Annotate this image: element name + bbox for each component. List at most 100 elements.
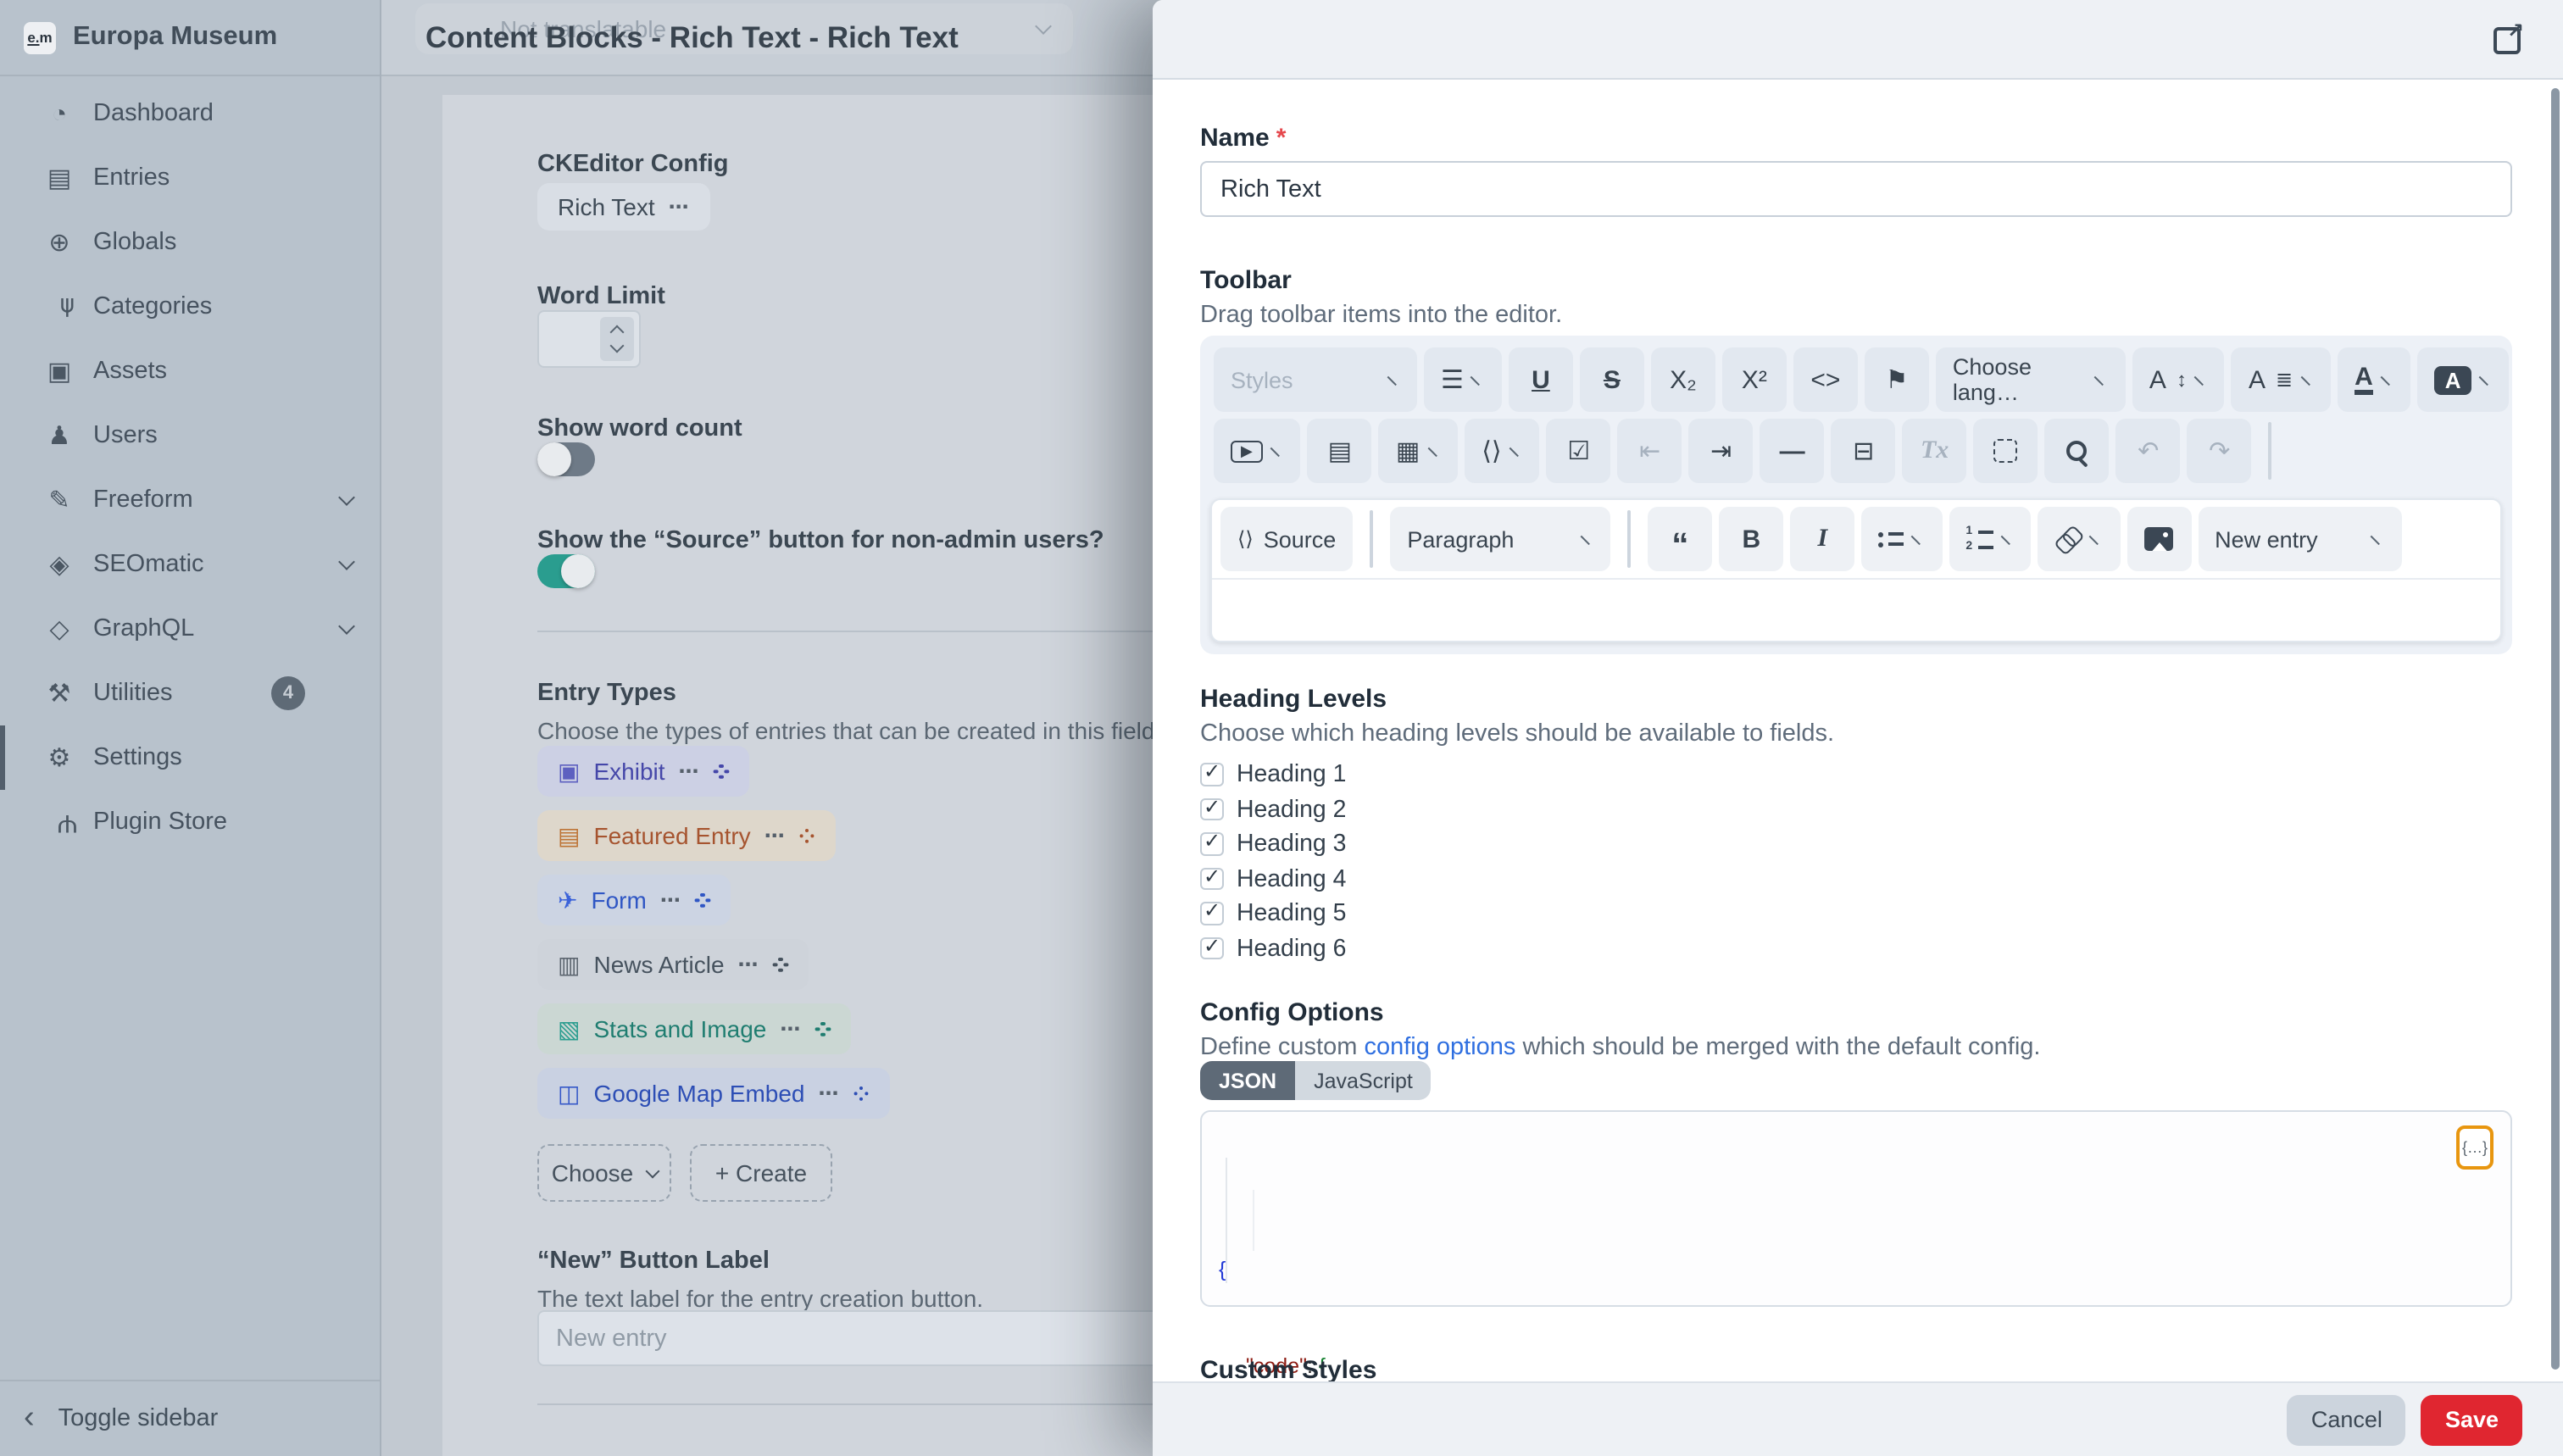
step-up-icon[interactable] (609, 325, 625, 340)
code-fold-icon[interactable]: {…} (2456, 1125, 2494, 1170)
config-options-link[interactable]: config options (1364, 1034, 1515, 1061)
font-size-dropdown[interactable]: A ↕ (2132, 347, 2225, 412)
number-stepper[interactable] (600, 317, 634, 361)
tab-json[interactable]: JSON (1200, 1061, 1296, 1100)
outdent-button[interactable]: ⇤ (1617, 419, 1682, 483)
ellipsis-menu-icon[interactable]: ⋯ (738, 953, 760, 976)
insert-image-button[interactable] (2127, 507, 2192, 571)
checkbox-checked-icon[interactable] (1200, 934, 1223, 960)
sidebar-item-freeform[interactable]: ✎ Freeform (0, 468, 380, 532)
word-limit-input[interactable] (537, 310, 641, 368)
move-handle-icon[interactable] (696, 892, 711, 908)
ellipsis-menu-icon[interactable]: ⋯ (764, 824, 787, 847)
create-entry-type-button[interactable]: + Create (690, 1144, 832, 1202)
background-color-dropdown[interactable]: A (2417, 347, 2510, 412)
checkbox-heading-1[interactable]: Heading 1 (1200, 758, 1346, 792)
flag-button[interactable]: ⚑ (1864, 347, 1929, 412)
sidebar-item-graphql[interactable]: ◇ GraphQL (0, 597, 380, 661)
ellipsis-menu-icon[interactable]: ⋯ (780, 1017, 802, 1041)
sidebar-item-settings[interactable]: ⚙ Settings (0, 725, 380, 790)
bold-button[interactable]: B (1719, 507, 1784, 571)
remove-format-button[interactable]: Tx (1902, 419, 1967, 483)
checkbox-heading-6[interactable]: Heading 6 (1200, 931, 1346, 965)
sidebar-item-globals[interactable]: ⊕ Globals (0, 210, 380, 275)
link-dropdown[interactable] (2038, 507, 2121, 571)
html-embed-button[interactable]: ▤ (1307, 419, 1372, 483)
entry-type-chip-stats-and-image[interactable]: ▧ Stats and Image ⋯ (537, 1003, 852, 1054)
font-family-dropdown[interactable]: A ≣ (2231, 347, 2332, 412)
indent-button[interactable]: ⇥ (1688, 419, 1754, 483)
sidebar-item-assets[interactable]: ▣ Assets (0, 339, 380, 403)
select-all-button[interactable] (1973, 419, 2038, 483)
show-word-count-toggle[interactable] (537, 442, 595, 476)
move-handle-icon[interactable] (774, 957, 789, 972)
ellipsis-menu-icon[interactable]: ⋯ (669, 195, 691, 219)
toggle-sidebar-button[interactable]: Toggle sidebar (58, 1405, 219, 1432)
checkbox-heading-4[interactable]: Heading 4 (1200, 862, 1346, 896)
ellipsis-menu-icon[interactable]: ⋯ (660, 888, 682, 912)
checkbox-checked-icon[interactable] (1200, 864, 1223, 891)
horizontal-rule-button[interactable]: — (1760, 419, 1825, 483)
entry-type-chip-google-map-embed[interactable]: ◫ Google Map Embed ⋯ (537, 1068, 890, 1119)
entry-type-chip-news-article[interactable]: ▥ News Article ⋯ (537, 939, 809, 990)
insert-table-dropdown[interactable]: ▦ (1378, 419, 1459, 483)
entry-type-chip-featured-entry[interactable]: ▤ Featured Entry ⋯ (537, 810, 836, 861)
subscript-button[interactable]: X₂ (1650, 347, 1715, 412)
checkbox-heading-5[interactable]: Heading 5 (1200, 897, 1346, 931)
sidebar-item-plugin-store[interactable]: Ψ Plugin Store (0, 790, 380, 854)
move-handle-icon[interactable] (854, 1086, 870, 1101)
checkbox-heading-3[interactable]: Heading 3 (1200, 827, 1346, 861)
strikethrough-button[interactable]: S (1579, 347, 1644, 412)
tab-javascript[interactable]: JavaScript (1295, 1061, 1432, 1100)
source-button[interactable]: ⟨⟩ Source (1220, 507, 1354, 571)
new-entry-dropdown[interactable]: New entry (2198, 507, 2402, 571)
move-handle-icon[interactable] (815, 1021, 831, 1036)
blockquote-button[interactable]: “ (1648, 507, 1713, 571)
paragraph-dropdown[interactable]: Paragraph (1390, 507, 1611, 571)
alignment-button[interactable]: ☰ (1424, 347, 1502, 412)
page-break-button[interactable]: ⊟ (1831, 419, 1896, 483)
config-code-editor[interactable]: { "code": { "indentSequence": " " } } {…… (1200, 1110, 2512, 1378)
find-replace-button[interactable] (2044, 419, 2110, 483)
numbered-list-dropdown[interactable] (1949, 507, 2032, 571)
sidebar-item-users[interactable]: ♟ Users (0, 403, 380, 468)
font-color-dropdown[interactable]: A (2338, 347, 2411, 412)
sidebar-item-utilities[interactable]: ⚒ Utilities 4 (0, 661, 380, 725)
ellipsis-menu-icon[interactable]: ⋯ (819, 1081, 841, 1105)
checkbox-checked-icon[interactable] (1200, 899, 1223, 925)
checkbox-checked-icon[interactable] (1200, 795, 1223, 821)
step-down-icon[interactable] (609, 338, 625, 353)
inline-code-button[interactable]: <> (1793, 347, 1858, 412)
save-button[interactable]: Save (2421, 1394, 2522, 1445)
choose-entry-type-button[interactable]: Choose (537, 1144, 671, 1202)
italic-button[interactable]: I (1790, 507, 1855, 571)
cancel-button[interactable]: Cancel (2287, 1394, 2406, 1445)
sidebar-item-entries[interactable]: ▤ Entries (0, 146, 380, 210)
ellipsis-menu-icon[interactable]: ⋯ (679, 759, 701, 783)
sidebar-item-seomatic[interactable]: ◈ SEOmatic (0, 532, 380, 597)
sidebar-item-dashboard[interactable]: ◔ Dashboard (0, 81, 380, 146)
move-handle-icon[interactable] (800, 828, 815, 843)
undo-button[interactable]: ↶ (2115, 419, 2181, 483)
checkbox-heading-2[interactable]: Heading 2 (1200, 792, 1346, 826)
checkbox-checked-icon[interactable] (1200, 830, 1223, 856)
underline-button[interactable]: U (1508, 347, 1573, 412)
scrollbar[interactable] (2551, 88, 2560, 1370)
redo-button[interactable]: ↷ (2187, 419, 2252, 483)
superscript-button[interactable]: X² (1721, 347, 1787, 412)
styles-dropdown[interactable]: Styles (1214, 347, 1417, 412)
show-source-toggle[interactable] (537, 554, 595, 588)
language-dropdown[interactable]: Choose lang… (1935, 347, 2126, 412)
ckeditor-config-chip[interactable]: Rich Text ⋯ (537, 183, 711, 231)
bullet-list-dropdown[interactable] (1861, 507, 1943, 571)
entry-type-chip-exhibit[interactable]: ▣ Exhibit ⋯ (537, 746, 750, 797)
entry-type-chip-form[interactable]: ✈ Form ⋯ (537, 875, 731, 925)
checkbox-checked-icon[interactable] (1200, 760, 1223, 786)
code-block-dropdown[interactable]: ⟨⟩ (1465, 419, 1540, 483)
todo-list-button[interactable]: ☑ (1546, 419, 1611, 483)
name-input[interactable] (1200, 161, 2512, 217)
media-embed-dropdown[interactable]: ▶ (1214, 419, 1301, 483)
site-logo[interactable]: e.m (24, 21, 56, 53)
sidebar-item-categories[interactable]: ⋔ Categories (0, 275, 380, 339)
open-in-new-icon[interactable] (2494, 19, 2524, 54)
